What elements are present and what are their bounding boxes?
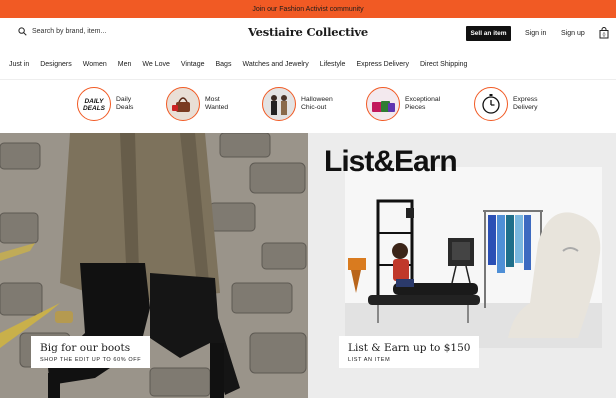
nav-item-men[interactable]: Men xyxy=(118,61,132,68)
hero-boots-banner[interactable]: Big for our boots SHOP THE EDIT UP TO 60… xyxy=(0,133,308,398)
sign-in-link[interactable]: Sign in xyxy=(525,30,546,37)
quick-link-label: Halloween Chic-out xyxy=(301,96,333,111)
stopwatch-icon xyxy=(474,87,508,121)
nav-divider xyxy=(0,79,616,80)
nav-item-women[interactable]: Women xyxy=(83,61,107,68)
sell-item-button[interactable]: Sell an item xyxy=(466,26,511,41)
search-bar[interactable]: Search by brand, item... xyxy=(18,27,106,36)
promo-banner[interactable]: Join our Fashion Activist community xyxy=(0,0,616,18)
quick-link-most-wanted[interactable]: Most Wanted xyxy=(166,87,251,121)
site-header: Search by brand, item... Vestiaire Colle… xyxy=(0,18,616,50)
nav-item-vintage[interactable]: Vintage xyxy=(181,61,205,68)
hero-left-caption[interactable]: Big for our boots SHOP THE EDIT UP TO 60… xyxy=(31,336,151,368)
quick-link-daily-deals[interactable]: DAILY DEALS Daily Deals xyxy=(77,87,162,121)
handbag-icon xyxy=(166,87,200,121)
svg-text:DAILY: DAILY xyxy=(84,98,104,105)
list-earn-headline: List&Earn xyxy=(324,145,458,178)
quick-link-exceptional[interactable]: Exceptional Pieces xyxy=(366,87,451,121)
site-logo[interactable]: Vestiaire Collective xyxy=(248,25,368,39)
search-input[interactable]: Search by brand, item... xyxy=(32,28,106,35)
sign-up-link[interactable]: Sign up xyxy=(561,30,585,37)
nav-item-express-delivery[interactable]: Express Delivery xyxy=(356,61,409,68)
nav-item-bags[interactable]: Bags xyxy=(216,61,232,68)
svg-text:0: 0 xyxy=(603,33,606,39)
shopping-bag-icon[interactable]: 0 xyxy=(599,27,609,39)
page-bottom-strip xyxy=(0,398,616,406)
search-icon xyxy=(18,27,27,36)
svg-text:DEALS: DEALS xyxy=(83,105,106,112)
daily-deals-badge: DAILY DEALS xyxy=(77,87,111,121)
quick-link-label: Most Wanted xyxy=(205,96,229,111)
nav-item-we-love[interactable]: We Love xyxy=(142,61,170,68)
people-icon xyxy=(262,87,296,121)
quick-link-halloween[interactable]: Halloween Chic-out xyxy=(262,87,347,121)
bags-icon xyxy=(366,87,400,121)
promo-text[interactable]: Join our Fashion Activist community xyxy=(252,6,363,13)
hero-left-subtitle[interactable]: SHOP THE EDIT UP TO 60% OFF xyxy=(40,357,141,363)
hero-list-earn-banner[interactable]: List&Earn List & Earn up to $150 LIST AN… xyxy=(308,133,616,398)
quick-link-label: Daily Deals xyxy=(116,96,134,111)
nav-item-lifestyle[interactable]: Lifestyle xyxy=(320,61,346,68)
nav-item-watches-jewelry[interactable]: Watches and Jewelry xyxy=(242,61,308,68)
hero-right-subtitle[interactable]: LIST AN ITEM xyxy=(348,357,470,363)
quick-link-label: Express Delivery xyxy=(513,96,538,111)
hero-right-title[interactable]: List & Earn up to $150 xyxy=(348,342,470,354)
hero-left-title[interactable]: Big for our boots xyxy=(40,342,141,354)
nav-item-just-in[interactable]: Just in xyxy=(9,61,29,68)
nav-item-designers[interactable]: Designers xyxy=(40,61,72,68)
quick-link-express[interactable]: Express Delivery xyxy=(474,87,559,121)
main-nav: Just in Designers Women Men We Love Vint… xyxy=(9,56,478,72)
hero-right-caption[interactable]: List & Earn up to $150 LIST AN ITEM xyxy=(339,336,480,368)
quick-link-label: Exceptional Pieces xyxy=(405,96,441,111)
nav-item-direct-shipping[interactable]: Direct Shipping xyxy=(420,61,467,68)
